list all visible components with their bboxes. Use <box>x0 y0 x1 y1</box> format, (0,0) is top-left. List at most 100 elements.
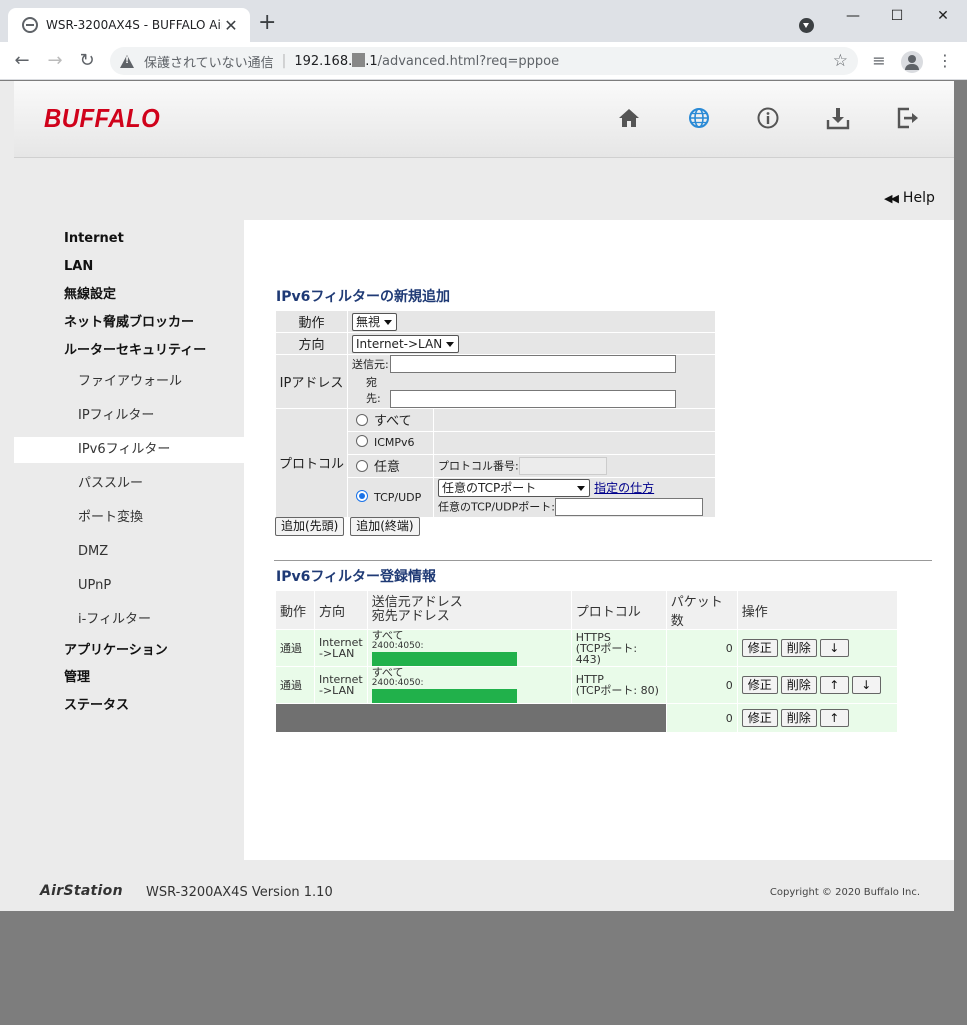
bookmark-star-icon[interactable]: ☆ <box>833 51 848 71</box>
minimize-button[interactable]: — <box>830 4 876 28</box>
delete-button[interactable]: 削除 <box>780 709 817 727</box>
globe-icon[interactable] <box>686 105 712 131</box>
delete-button[interactable]: 削除 <box>780 676 817 694</box>
sidebar-item-wireless[interactable]: 無線設定 <box>14 282 244 308</box>
direction-label: 方向 <box>275 332 348 355</box>
any-port-input[interactable] <box>554 497 703 516</box>
buffalo-logo[interactable]: BUFFALO <box>44 103 160 134</box>
add-head-button[interactable]: 追加(先頭) <box>275 517 345 536</box>
tab-close-icon[interactable]: ✕ <box>222 16 240 35</box>
row-direction: Internet ->LAN <box>314 629 368 667</box>
edit-button[interactable]: 修正 <box>741 676 778 694</box>
browser-toolbar: ← → ↻ 保護されていない通信 | 192.168..1/advanced.h… <box>0 42 967 80</box>
edit-button[interactable]: 修正 <box>741 709 778 727</box>
sidebar-item-internet[interactable]: Internet <box>14 226 244 252</box>
router-page: BUFFALO ◀◀ Help Internet LAN 無線設定 ネット脅威ブ… <box>14 81 954 911</box>
close-window-button[interactable]: ✕ <box>920 4 966 28</box>
sidebar-item-upnp[interactable]: UPnP <box>14 573 244 599</box>
sidebar-item-i-filter[interactable]: i-フィルター <box>14 607 244 633</box>
tab-search-icon[interactable] <box>799 18 814 33</box>
table-row: 通過 Internet ->LAN すべて 2400:4050: HTTP (TCPポ… <box>275 666 898 704</box>
section-divider <box>274 560 932 561</box>
action-label: 動作 <box>275 310 348 333</box>
row-ops: 修正 削除 ↓ <box>736 629 898 667</box>
proto-number-input[interactable] <box>518 456 607 475</box>
maximize-button[interactable]: ☐ <box>874 4 920 28</box>
reload-icon[interactable]: ↻ <box>76 50 98 72</box>
add-section-title: IPv6フィルターの新規追加 <box>276 289 451 305</box>
main-content: IPv6フィルターの新規追加 動作 無視 方向 Internet->LAN IP… <box>244 220 954 860</box>
add-filter-form: 動作 無視 方向 Internet->LAN IPアドレス 送信元: 宛先: プ <box>275 310 716 518</box>
proto-any-radio[interactable] <box>356 460 368 472</box>
browser-tabstrip: WSR-3200AX4S - BUFFALO AirSt ✕ + — ☐ ✕ <box>0 0 967 42</box>
sidebar-item-port-forward[interactable]: ポート変換 <box>14 505 244 531</box>
row-action: 通過 <box>275 666 315 704</box>
left-edge <box>0 81 14 911</box>
redacted-row-block <box>275 703 667 733</box>
forward-icon[interactable]: → <box>44 50 66 72</box>
filter-list-table: 動作 方向 送信元アドレス 宛先アドレス プロトコル パケット数 操作 通過 In… <box>275 590 898 733</box>
sidebar-item-status[interactable]: ステータス <box>14 693 244 719</box>
new-tab-icon[interactable]: + <box>258 12 276 34</box>
profile-avatar-icon[interactable] <box>901 51 923 73</box>
reading-list-icon[interactable]: ≡ <box>868 51 890 73</box>
edit-button[interactable]: 修正 <box>741 639 778 657</box>
row-ops: 修正 削除 ↑ <box>736 703 898 733</box>
row-packets: 0 <box>665 629 738 667</box>
redacted-address-bar <box>371 689 517 703</box>
move-up-button[interactable]: ↑ <box>819 709 849 727</box>
row-packets: 0 <box>665 666 738 704</box>
move-down-button[interactable]: ↓ <box>851 676 881 694</box>
warning-icon <box>120 54 134 68</box>
action-select[interactable]: 無視 <box>352 312 398 331</box>
home-icon[interactable] <box>616 105 642 131</box>
sidebar-item-ipv6-filter[interactable]: IPv6フィルター <box>14 437 244 463</box>
browser-tab[interactable]: WSR-3200AX4S - BUFFALO AirSt ✕ <box>8 8 250 42</box>
logout-icon[interactable] <box>895 105 921 131</box>
tcp-port-select[interactable]: 任意のTCPポート <box>438 478 590 497</box>
how-to-specify-link[interactable]: 指定の仕方 <box>594 481 654 495</box>
proto-tcpudp-radio[interactable] <box>356 489 368 502</box>
proto-icmpv6-radio[interactable] <box>356 435 368 447</box>
info-icon[interactable] <box>755 105 781 131</box>
sidebar-item-passthrough[interactable]: パススルー <box>14 471 244 497</box>
sidebar-item-application[interactable]: アプリケーション <box>14 638 244 664</box>
url-text: 192.168. .1/advanced.html?req=pppoe <box>294 53 560 69</box>
row-address: すべて 2400:4050: <box>366 666 572 704</box>
any-port-label: 任意のTCP/UDPポート: <box>438 500 555 513</box>
sidebar-item-dmz[interactable]: DMZ <box>14 539 244 565</box>
menu-kebab-icon[interactable]: ⋮ <box>934 51 956 73</box>
move-down-button[interactable]: ↓ <box>819 639 849 657</box>
destination-label: 宛先: <box>366 376 381 405</box>
sidebar-item-lan[interactable]: LAN <box>14 254 244 280</box>
sidebar-item-router-security[interactable]: ルーターセキュリティー <box>14 338 244 364</box>
proto-all-cell: すべて <box>347 407 434 432</box>
redacted-address-bar <box>371 652 517 666</box>
airstation-logo: AirStation <box>40 883 123 899</box>
sidebar-item-admin[interactable]: 管理 <box>14 665 244 691</box>
help-link[interactable]: ◀◀ Help <box>884 190 935 206</box>
row-protocol: HTTP (TCPポート: 80) <box>570 666 667 704</box>
sidebar-item-threat-blocker[interactable]: ネット脅威ブロッカー <box>14 310 244 336</box>
row-action: 通過 <box>275 629 315 667</box>
proto-number-label: プロトコル番号: <box>438 459 519 472</box>
table-row: 0 修正 削除 ↑ <box>275 703 898 733</box>
model-version: WSR-3200AX4S Version 1.10 <box>146 885 333 900</box>
source-address-input[interactable] <box>390 355 676 373</box>
sidebar-item-firewall[interactable]: ファイアウォール <box>14 369 244 395</box>
direction-select[interactable]: Internet->LAN <box>352 334 460 353</box>
proto-all-radio[interactable] <box>356 414 368 426</box>
globe-favicon-icon <box>22 17 38 33</box>
download-icon[interactable] <box>825 105 851 131</box>
back-icon[interactable]: ← <box>11 50 33 72</box>
sidebar-item-ip-filter[interactable]: IPフィルター <box>14 403 244 429</box>
copyright: Copyright © 2020 Buffalo Inc. <box>769 887 920 898</box>
add-tail-button[interactable]: 追加(終端) <box>350 517 420 536</box>
destination-address-input[interactable] <box>390 389 676 408</box>
col-packets: パケット数 <box>665 590 738 630</box>
security-label: 保護されていない通信 <box>144 55 274 71</box>
move-up-button[interactable]: ↑ <box>819 676 849 694</box>
delete-button[interactable]: 削除 <box>780 639 817 657</box>
page-header: BUFFALO <box>14 81 954 158</box>
address-bar[interactable]: 保護されていない通信 | 192.168..1/advanced.html?re… <box>110 47 858 75</box>
